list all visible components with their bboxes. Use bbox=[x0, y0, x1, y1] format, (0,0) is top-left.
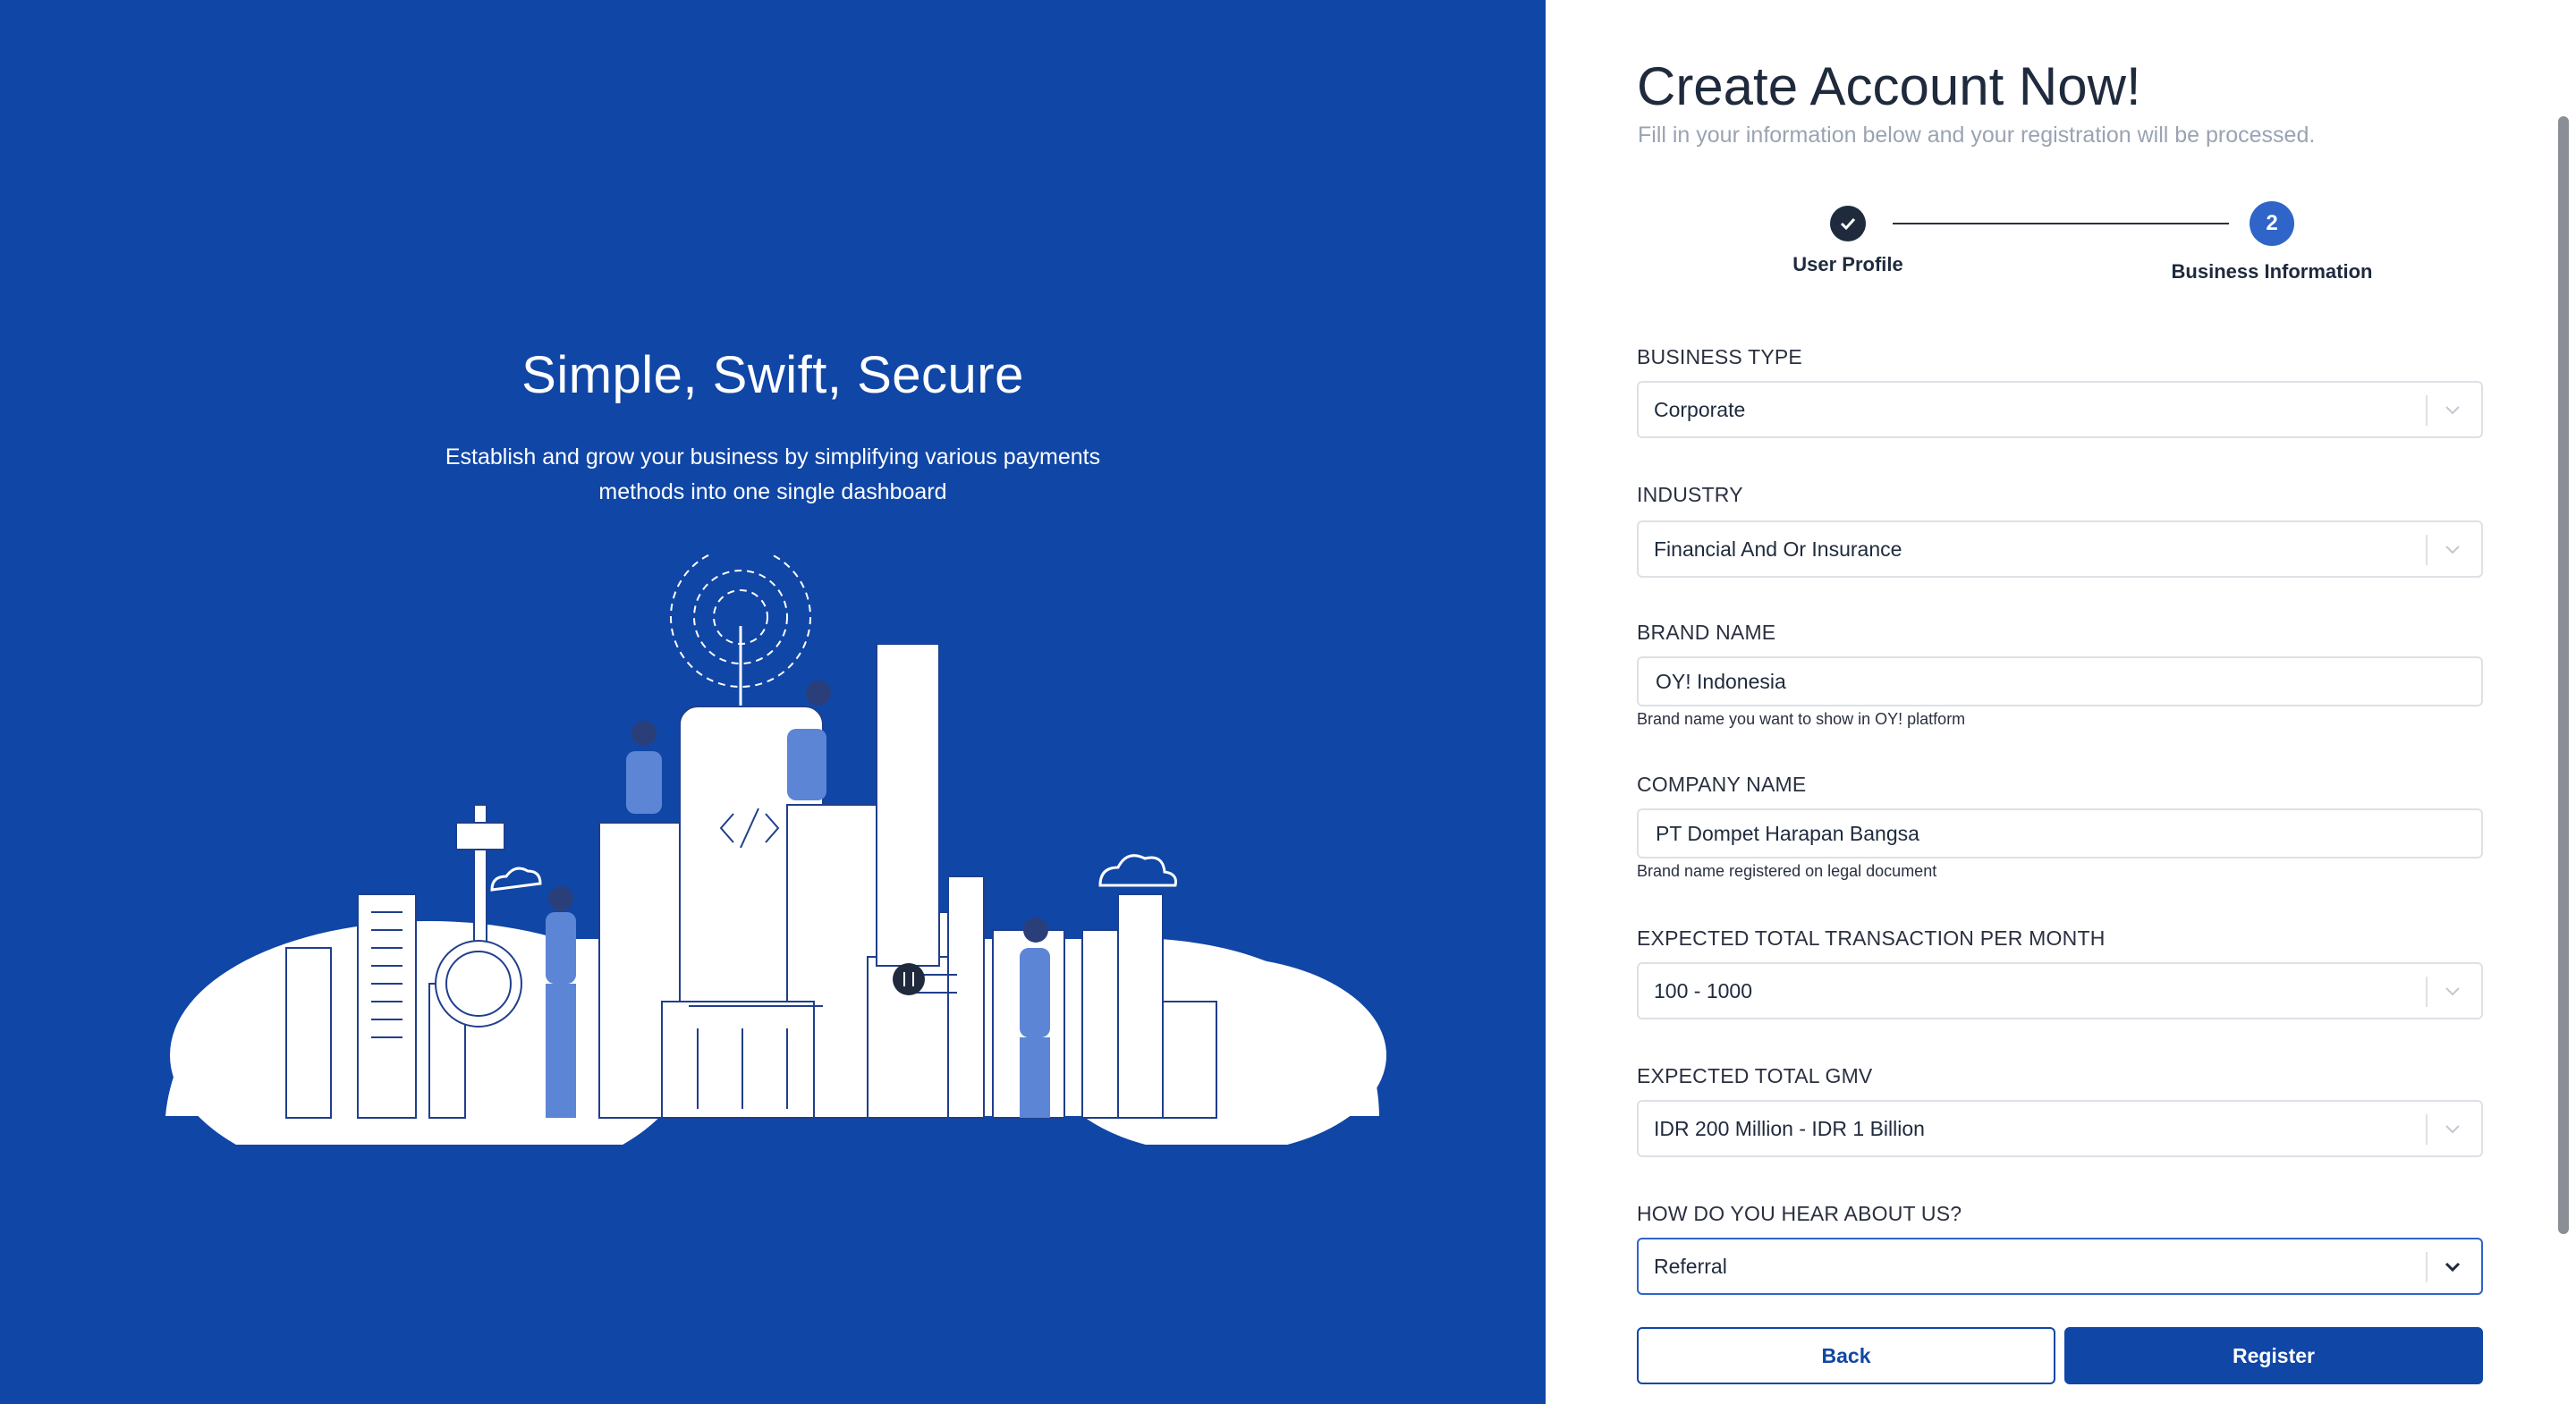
select-separator bbox=[2426, 977, 2428, 1007]
register-button[interactable]: Register bbox=[2064, 1327, 2483, 1384]
select-separator bbox=[2426, 395, 2428, 426]
chevron-down-icon[interactable] bbox=[2440, 978, 2465, 1003]
scrollbar[interactable] bbox=[2558, 116, 2569, 1234]
brand-name-input[interactable]: OY! Indonesia bbox=[1637, 656, 2483, 706]
select-separator bbox=[2426, 535, 2428, 565]
industry-value: Financial And Or Insurance bbox=[1654, 537, 1902, 561]
gmv-select[interactable]: IDR 200 Million - IDR 1 Billion bbox=[1637, 1100, 2483, 1157]
chevron-down-icon[interactable] bbox=[2440, 1254, 2465, 1279]
hero-text: Establish and grow your business by simp… bbox=[445, 444, 1101, 504]
back-button[interactable]: Back bbox=[1637, 1327, 2055, 1384]
step-2-active[interactable]: 2 bbox=[2250, 201, 2294, 246]
step-1-completed[interactable] bbox=[1830, 206, 1866, 241]
industry-select[interactable]: Financial And Or Insurance bbox=[1637, 520, 2483, 578]
select-separator bbox=[2426, 1252, 2428, 1282]
gmv-value: IDR 200 Million - IDR 1 Billion bbox=[1654, 1117, 1925, 1140]
check-icon bbox=[1840, 217, 1856, 231]
source-select[interactable]: Referral bbox=[1637, 1238, 2483, 1295]
transaction-select[interactable]: 100 - 1000 bbox=[1637, 962, 2483, 1019]
step-1-label: User Profile bbox=[1792, 253, 1903, 275]
step-2-label: Business Information bbox=[2171, 260, 2373, 283]
chevron-down-icon[interactable] bbox=[2440, 537, 2465, 562]
stepper-line bbox=[1893, 223, 2229, 224]
hero-panel: Simple, Swift, Secure Establish and grow… bbox=[0, 0, 1546, 1404]
city-illustration bbox=[165, 554, 1386, 1145]
select-separator bbox=[2426, 1114, 2428, 1145]
source-value: Referral bbox=[1654, 1255, 1727, 1278]
business-type-select[interactable]: Corporate bbox=[1637, 381, 2483, 438]
source-label: HOW DO YOU HEAR ABOUT US? bbox=[1637, 1202, 1962, 1225]
page-title: Create Account Now! bbox=[1637, 56, 2141, 116]
transaction-value: 100 - 1000 bbox=[1654, 979, 1752, 1002]
chevron-down-icon[interactable] bbox=[2440, 397, 2465, 422]
business-type-label: BUSINESS TYPE bbox=[1637, 345, 1802, 368]
company-name-input[interactable]: PT Dompet Harapan Bangsa bbox=[1637, 808, 2483, 858]
business-type-value: Corporate bbox=[1654, 398, 1746, 421]
brand-name-label: BRAND NAME bbox=[1637, 621, 1776, 644]
hero-title: Simple, Swift, Secure bbox=[521, 346, 1024, 404]
brand-name-value: OY! Indonesia bbox=[1656, 670, 1786, 693]
transaction-label: EXPECTED TOTAL TRANSACTION PER MONTH bbox=[1637, 926, 2106, 950]
company-name-label: COMPANY NAME bbox=[1637, 773, 1807, 796]
page-subtitle: Fill in your information below and your … bbox=[1638, 123, 2316, 148]
chevron-down-icon[interactable] bbox=[2440, 1116, 2465, 1141]
gmv-label: EXPECTED TOTAL GMV bbox=[1637, 1064, 1873, 1087]
company-name-helper: Brand name registered on legal document bbox=[1637, 862, 1937, 880]
industry-label: INDUSTRY bbox=[1637, 483, 1743, 506]
company-name-value: PT Dompet Harapan Bangsa bbox=[1656, 822, 1919, 845]
brand-name-helper: Brand name you want to show in OY! platf… bbox=[1637, 710, 1966, 728]
